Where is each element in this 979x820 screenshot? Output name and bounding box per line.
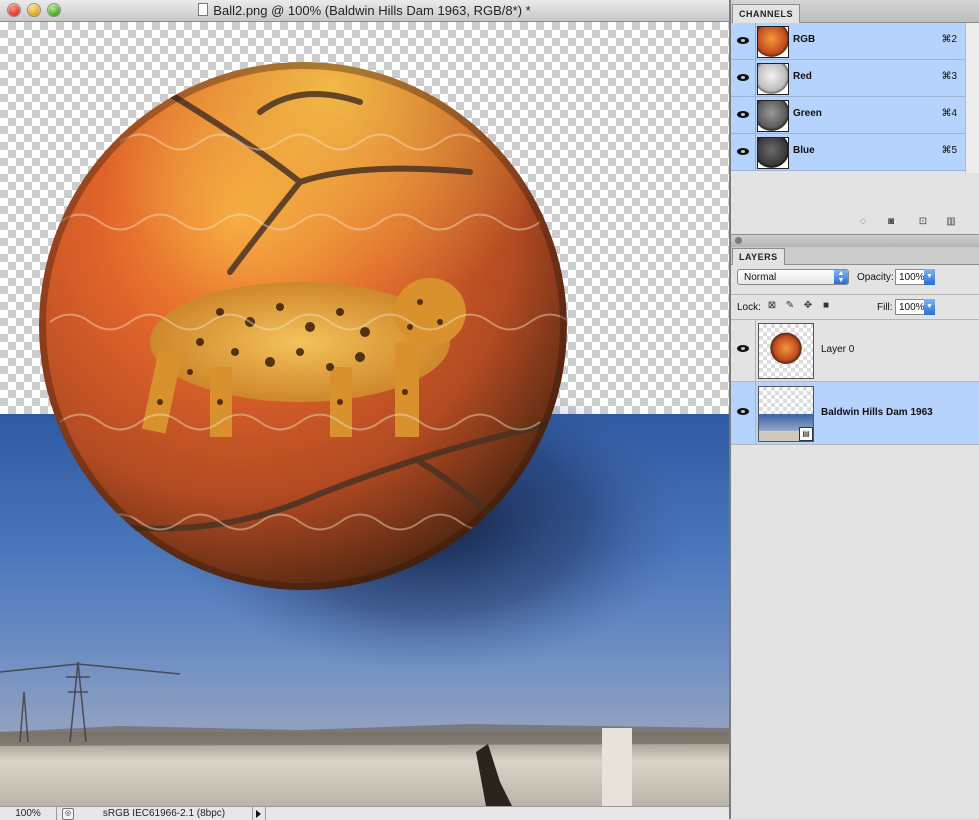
layer-name[interactable]: Layer 0: [821, 344, 854, 355]
channels-tab-bar: CHANNELS: [731, 0, 979, 23]
channel-shortcut: ⌘2: [941, 34, 957, 45]
tab-channels[interactable]: CHANNELS: [732, 4, 801, 23]
zoom-level[interactable]: 100%: [0, 807, 57, 820]
layers-tab-bar: LAYERS: [731, 247, 979, 265]
layer-visibility-toggle[interactable]: [731, 319, 756, 381]
channel-name: Blue: [793, 145, 815, 156]
layer-row-layer-0[interactable]: Layer 0: [731, 319, 979, 382]
lock-paint-brush-icon[interactable]: ✎: [785, 301, 795, 311]
layer-row-baldwin-hills-dam[interactable]: ▤ Baldwin Hills Dam 1963: [731, 382, 979, 445]
lock-move-icon[interactable]: ✥: [803, 301, 813, 311]
status-info-icon[interactable]: ◎: [62, 808, 74, 820]
channel-row-rgb[interactable]: RGB ⌘2: [731, 23, 965, 60]
new-channel-icon[interactable]: ⊡: [917, 216, 929, 227]
layers-panel: LAYERS Normal ▲ ▼ Opacity: 100% ▼ Lock: ⊠…: [731, 234, 979, 819]
channel-row-green[interactable]: Green ⌘4: [731, 97, 965, 134]
close-panel-icon[interactable]: [735, 237, 742, 244]
color-profile-info: sRGB IEC61966-2.1 (8bpc): [102, 808, 226, 819]
blend-mode-value: Normal: [744, 272, 777, 283]
layer-name[interactable]: Baldwin Hills Dam 1963: [821, 407, 933, 418]
channel-row-blue[interactable]: Blue ⌘5: [731, 134, 965, 171]
layer-thumbnail: ▤: [758, 386, 814, 442]
document-title-text: Ball2.png @ 100% (Baldwin Hills Dam 1963…: [213, 3, 531, 18]
layer-visibility-toggle[interactable]: [731, 382, 756, 444]
image-canvas[interactable]: [0, 22, 729, 806]
fill-dropdown-icon[interactable]: ▼: [924, 299, 935, 315]
channel-thumbnail: [757, 137, 789, 169]
eye-icon: [737, 111, 749, 118]
opacity-input[interactable]: 100% ▼: [895, 269, 935, 285]
status-bar: 100% ◎ sRGB IEC61966-2.1 (8bpc): [0, 806, 729, 820]
lock-transparent-icon[interactable]: ⊠: [767, 301, 777, 311]
channel-thumbnail: [757, 100, 789, 132]
load-selection-icon[interactable]: ◌: [857, 216, 869, 227]
document-window: Ball2.png @ 100% (Baldwin Hills Dam 1963…: [0, 0, 729, 820]
channel-name: RGB: [793, 34, 816, 45]
opacity-value: 100%: [899, 272, 925, 283]
channel-visibility-toggle[interactable]: [731, 23, 756, 59]
channel-shortcut: ⌘5: [941, 145, 957, 156]
channel-name: Green: [793, 108, 822, 119]
eye-icon: [737, 148, 749, 155]
document-titlebar[interactable]: Ball2.png @ 100% (Baldwin Hills Dam 1963…: [0, 0, 729, 22]
channel-name: Red: [793, 71, 812, 82]
channel-row-red[interactable]: Red ⌘3: [731, 60, 965, 97]
lock-row: Lock: ⊠ ✎ ✥ ■ Fill: 100% ▼: [731, 294, 979, 320]
document-title: Ball2.png @ 100% (Baldwin Hills Dam 1963…: [0, 3, 729, 18]
eye-icon: [737, 37, 749, 44]
fill-input[interactable]: 100% ▼: [895, 299, 935, 315]
layers-panel-header[interactable]: [731, 234, 979, 248]
canvas-artwork: [0, 62, 729, 806]
trash-icon[interactable]: ▥: [945, 216, 957, 227]
channel-visibility-toggle[interactable]: [731, 134, 756, 170]
channel-thumbnail: [757, 26, 789, 58]
status-menu-arrow-icon[interactable]: [252, 807, 266, 820]
tab-layers[interactable]: LAYERS: [732, 248, 785, 265]
smart-object-icon: ▤: [799, 427, 813, 441]
fill-label: Fill:: [877, 302, 893, 313]
save-selection-icon[interactable]: ◙: [885, 216, 897, 227]
layer-thumbnail: [758, 323, 814, 379]
channel-shortcut: ⌘3: [941, 71, 957, 82]
document-file-icon: [198, 3, 209, 16]
opacity-label: Opacity:: [857, 272, 894, 283]
opacity-dropdown-icon[interactable]: ▼: [924, 269, 935, 285]
eye-icon: [737, 345, 749, 352]
channels-panel: CHANNELS RGB ⌘2 Red ⌘3 Green ⌘4 Blue ⌘5 …: [731, 0, 979, 234]
fill-value: 100%: [899, 302, 925, 313]
select-stepper-icon: ▲ ▼: [834, 270, 848, 284]
eye-icon: [737, 408, 749, 415]
channel-visibility-toggle[interactable]: [731, 97, 756, 133]
eye-icon: [737, 74, 749, 81]
lock-label: Lock:: [737, 302, 761, 313]
channel-shortcut: ⌘4: [941, 108, 957, 119]
channels-scrollbar[interactable]: [965, 23, 979, 173]
channel-thumbnail: [757, 63, 789, 95]
blend-mode-select[interactable]: Normal ▲ ▼: [737, 269, 849, 285]
lock-all-icon[interactable]: ■: [821, 301, 831, 311]
channel-visibility-toggle[interactable]: [731, 60, 756, 96]
